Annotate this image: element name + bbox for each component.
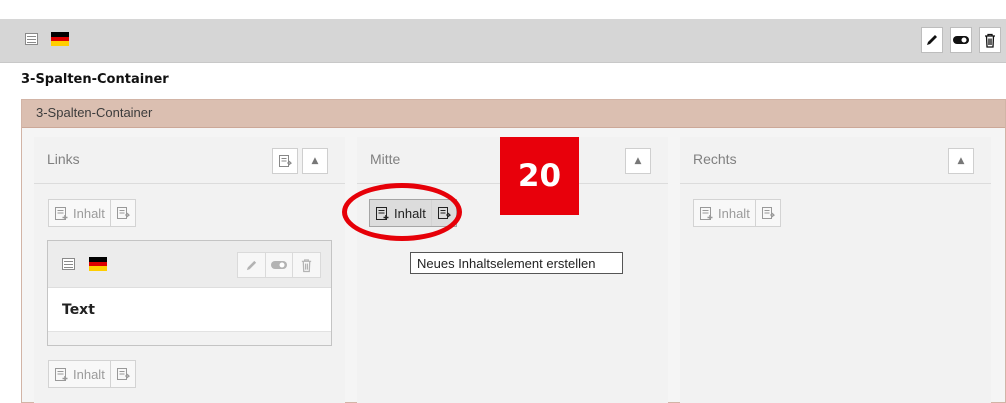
column-label-links: Links	[47, 151, 80, 167]
new-content-button-rechts[interactable]: Inhalt	[693, 199, 781, 227]
collapse-column-button[interactable]: ▲	[302, 148, 328, 174]
collapse-column-button[interactable]: ▲	[948, 148, 974, 174]
card-edit-button[interactable]	[238, 253, 266, 277]
chevron-up-icon: ▲	[311, 156, 319, 166]
step-badge: 20	[500, 137, 579, 215]
toggle-visibility-button[interactable]	[950, 27, 972, 53]
flag-de-icon	[89, 257, 107, 271]
trash-icon	[302, 258, 312, 272]
new-content-button-links[interactable]: Inhalt	[48, 199, 136, 227]
trash-icon	[985, 33, 995, 48]
card-footer	[48, 331, 331, 345]
new-content-icon	[700, 206, 713, 220]
paste-part[interactable]	[756, 200, 780, 226]
column-header	[34, 137, 345, 184]
new-content-button-after-card[interactable]: Inhalt	[48, 360, 136, 388]
tooltip: Neues Inhaltselement erstellen	[410, 252, 623, 274]
new-content-part[interactable]: Inhalt	[49, 361, 110, 387]
content-button-label: Inhalt	[73, 205, 105, 221]
element-title: 3-Spalten-Container	[21, 72, 169, 87]
collapse-column-button[interactable]: ▲	[625, 148, 651, 174]
card-delete-button[interactable]	[293, 253, 320, 277]
paste-into-column-button[interactable]	[272, 148, 298, 174]
paste-content-icon	[279, 155, 292, 167]
card-toggle-button[interactable]	[266, 253, 294, 277]
content-element-card: Text	[47, 240, 332, 346]
element-header	[0, 19, 1006, 63]
new-content-part[interactable]: Inhalt	[694, 200, 755, 226]
paste-content-icon	[761, 207, 775, 219]
content-button-label: Inhalt	[718, 205, 750, 221]
new-content-icon	[55, 367, 68, 381]
new-content-icon	[55, 206, 68, 220]
container-header	[22, 100, 1005, 128]
pencil-icon	[246, 260, 256, 270]
toggle-icon	[953, 36, 969, 44]
flag-de-icon	[51, 32, 69, 46]
text-content-icon	[62, 258, 75, 270]
edit-button[interactable]	[921, 27, 943, 53]
card-actions	[237, 252, 321, 278]
paste-content-icon	[116, 207, 130, 219]
grid-layout-icon	[25, 33, 38, 45]
column-rechts: Rechts ▲	[680, 137, 991, 403]
container-name: 3-Spalten-Container	[36, 105, 153, 120]
chevron-up-icon: ▲	[634, 156, 642, 166]
paste-content-icon	[116, 368, 130, 380]
column-label-mitte: Mitte	[370, 151, 401, 167]
chevron-up-icon: ▲	[957, 156, 965, 166]
toggle-icon	[271, 261, 287, 269]
content-button-label: Inhalt	[73, 366, 105, 382]
paste-part[interactable]	[111, 200, 135, 226]
pencil-icon	[927, 35, 937, 45]
highlight-ring	[342, 183, 462, 241]
card-title: Text	[62, 302, 95, 318]
delete-button[interactable]	[979, 27, 1001, 53]
paste-part[interactable]	[111, 361, 135, 387]
new-content-part[interactable]: Inhalt	[49, 200, 110, 226]
column-label-rechts: Rechts	[693, 151, 737, 167]
